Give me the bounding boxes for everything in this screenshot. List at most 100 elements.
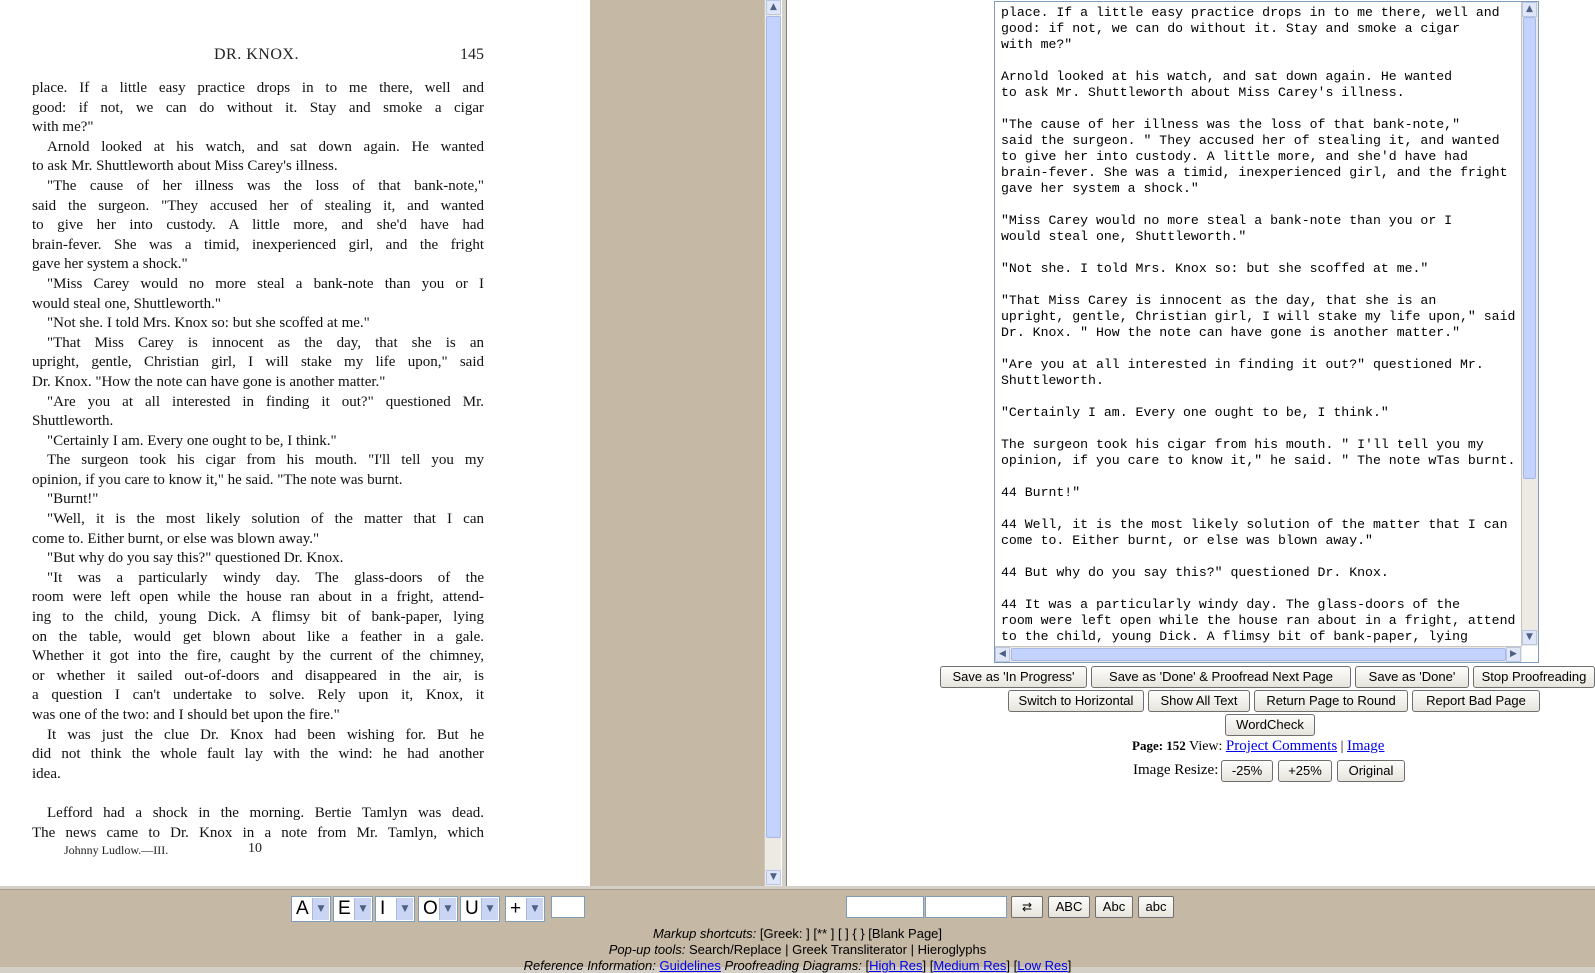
textarea-scroll-right[interactable]: ▶ [1506,647,1521,662]
scroll-thumb[interactable] [766,16,781,838]
scan-header-title: DR. KNOX. [214,46,299,63]
scan-text-line: idea. [32,765,61,782]
scan-text-line: Arnold looked at his watch, and sat down… [47,138,484,155]
titlecase-button[interactable]: Abc [1095,896,1133,918]
markup-items[interactable]: [Greek: ] [** ] [ ] { } [Blank Page] [760,926,942,941]
page-image-pane: DR. KNOX. 145 place. If a little easy pr… [0,0,590,886]
view-label: View: [1189,739,1223,754]
scan-text-line: "Not she. I told Mrs. Knox so: but she s… [47,315,370,332]
textarea-vertical-scrollbar[interactable]: ▲ ▼ [1521,2,1538,646]
proofreading-pane: place. If a little easy practice drops i… [787,0,1595,886]
scan-text-line: did not think the whole fault lay with t… [32,746,484,763]
textarea-scroll-up[interactable]: ▲ [1522,2,1537,17]
scan-text-line: It was just the clue Dr. Knox had been w… [47,726,484,743]
scan-text-line: Dr. Knox. "How the note can have gone is… [32,373,386,390]
search-replace-link[interactable]: Search/Replace [689,942,782,957]
scan-text-line: with me?" [32,119,94,136]
save-in-progress-button[interactable]: Save as 'In Progress' [940,666,1087,688]
chevron-down-icon: ▼ [439,898,456,920]
markup-shortcuts-line: Markup shortcuts: [Greek: ] [** ] [ ] { … [0,926,1595,941]
return-page-button[interactable]: Return Page to Round [1254,690,1408,712]
scan-footer-title: Johnny Ludlow.—III. [64,843,169,857]
scan-text-line: or whether it sailed out-of-doors and di… [32,667,484,684]
scan-text-line: said the surgeon. "They accused her of s… [32,197,484,214]
image-frame-scrollbar[interactable]: ▲ ▼ [764,0,782,886]
scan-text-line: would steal one, Shuttleworth." [32,295,222,312]
scan-text-line: good: if not, we can do without it. Stay… [32,99,484,116]
show-all-text-button[interactable]: Show All Text [1148,690,1250,712]
scroll-down-button[interactable]: ▼ [766,870,781,885]
scan-text-line: Shuttleworth. [32,413,114,430]
resize-plus-button[interactable]: +25% [1278,760,1332,782]
markup-label: Markup shortcuts: [652,926,757,941]
scan-text-line: "Well, it is the most likely solution of… [47,511,484,528]
char-select-i[interactable]: I ▼ [375,896,415,922]
textarea-scroll-left[interactable]: ◀ [995,647,1010,662]
char-preview-input[interactable] [551,896,585,918]
char-select-e[interactable]: E ▼ [333,896,373,922]
save-done-button[interactable]: Save as 'Done' [1355,666,1469,688]
textarea-horizontal-scrollbar[interactable]: ◀ ▶ [995,646,1522,662]
scan-text-line: upright, gentle, Christian girl, I will … [32,354,484,371]
scan-text-line: "That Miss Carey is innocent as the day,… [47,334,484,351]
swap-arrows-icon[interactable]: ⇄ [1011,896,1043,918]
popup-separator: | [785,942,789,957]
char-select-plus[interactable]: + ▼ [505,896,545,922]
project-comments-link[interactable]: Project Comments [1226,738,1337,754]
chevron-down-icon: ▼ [526,898,543,920]
scan-text-line: "But why do you say this?" questioned Dr… [47,550,344,567]
scan-page-number: 145 [460,46,484,63]
stop-proofreading-button[interactable]: Stop Proofreading [1473,666,1595,688]
greek-transliterator-link[interactable]: Greek Transliterator [792,942,907,957]
image-link[interactable]: Image [1347,738,1384,754]
scan-text-line: a question I can't undertake to solve. R… [32,687,484,704]
scan-text-line: "The cause of her illness was the loss o… [47,177,484,194]
scan-text-line: "Certainly I am. Every one ought to be, … [47,432,337,449]
scan-text-line: Whether it got into the fire, caught by … [32,648,484,665]
page-number-label: Page: 152 [1132,738,1186,753]
scan-text-line: The surgeon took his cigar from his mout… [47,452,484,469]
textarea-hscroll-thumb[interactable] [1011,648,1506,661]
popup-separator: | [910,942,914,957]
scan-text-line: Lefford had a shock in the morning. Bert… [47,804,484,821]
save-done-next-button[interactable]: Save as 'Done' & Proofread Next Page [1091,666,1351,688]
scan-text-line: on the table, would get blown about like… [32,628,484,645]
chevron-down-icon: ▼ [481,898,498,920]
scan-footer: Johnny Ludlow.—III. 10 [64,841,262,858]
popup-label: Pop-up tools: [608,942,686,957]
scan-text-line: to ask Mr. Shuttleworth about Miss Carey… [32,158,338,175]
scan-text-line: brain-fever. She was a timid, inexperien… [32,236,484,253]
scan-signature-mark: 10 [248,841,262,856]
chevron-down-icon: ▼ [396,898,413,920]
char-select-a[interactable]: A ▼ [291,896,331,922]
proofreading-toolbar: A ▼ E ▼ I ▼ O ▼ U ▼ + ▼ ⇄ ABC Abc abc Markup s… [0,889,1595,973]
scan-text-line: gave her system a shock." [32,256,188,273]
report-bad-page-button[interactable]: Report Bad Page [1412,690,1540,712]
textarea-content[interactable]: place. If a little easy practice drops i… [1001,5,1521,645]
textarea-scroll-thumb[interactable] [1523,17,1536,479]
replace-input[interactable] [925,896,1007,918]
scan-text-line: "It was a particularly windy day. The gl… [47,569,484,586]
chevron-down-icon: ▼ [354,898,371,920]
switch-horizontal-button[interactable]: Switch to Horizontal [1008,690,1144,712]
wordcheck-button[interactable]: WordCheck [1225,714,1315,736]
view-separator: | [1340,739,1344,754]
hieroglyphs-link[interactable]: Hieroglyphs [918,942,987,957]
scan-text-line: come to. Either burnt, or else was blown… [32,530,320,547]
char-select-u[interactable]: U ▼ [460,896,500,922]
uppercase-button[interactable]: ABC [1048,896,1090,918]
proofreading-textarea[interactable]: place. If a little easy practice drops i… [994,1,1539,663]
scan-text-line: "Burnt!" [47,491,99,508]
image-resize-label: Image Resize: [1133,762,1219,778]
lowercase-button[interactable]: abc [1138,896,1174,918]
image-background-margin [590,0,764,886]
chevron-down-icon: ▼ [312,898,329,920]
resize-minus-button[interactable]: -25% [1221,760,1273,782]
char-select-o[interactable]: O ▼ [418,896,458,922]
scan-text-line: room were left open while the house ran … [32,589,484,606]
scroll-up-button[interactable]: ▲ [766,0,781,15]
scan-text-line: "Are you at all interested in finding it… [47,393,484,410]
resize-original-button[interactable]: Original [1337,760,1405,782]
textarea-scroll-down[interactable]: ▼ [1522,630,1537,645]
search-input[interactable] [846,896,924,918]
